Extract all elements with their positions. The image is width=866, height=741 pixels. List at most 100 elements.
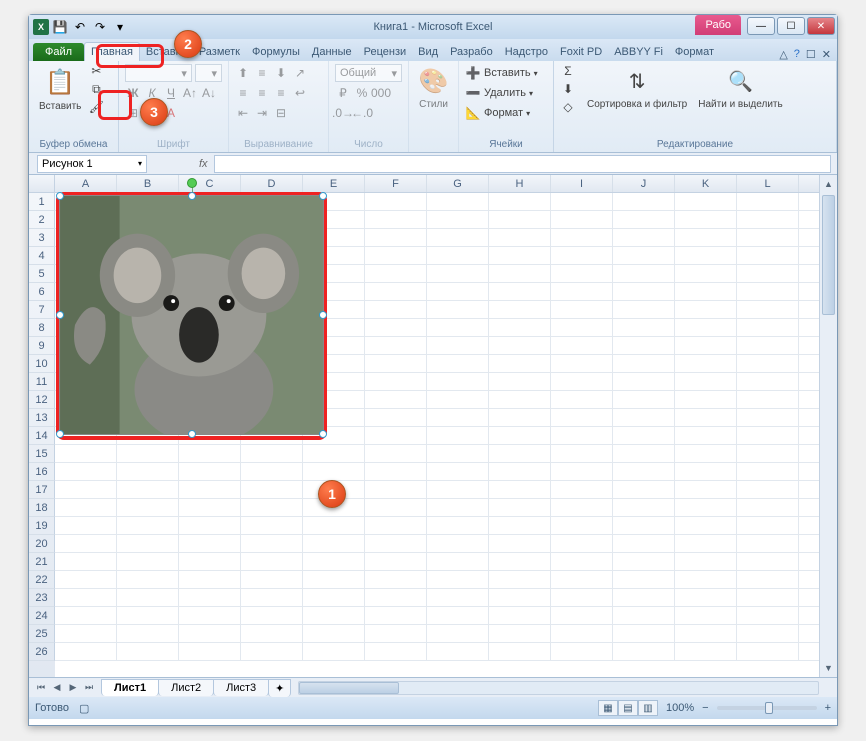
cell[interactable] [613,211,675,228]
cell[interactable] [427,463,489,480]
cell[interactable] [489,553,551,570]
align-top-icon[interactable]: ⬆ [235,65,251,81]
cell[interactable] [55,463,117,480]
cell[interactable] [551,463,613,480]
row-header[interactable]: 14 [29,427,55,445]
cell[interactable] [613,283,675,300]
cell[interactable] [303,571,365,588]
column-header[interactable]: J [613,175,675,192]
border-icon[interactable]: ⊞ [125,105,141,121]
cell[interactable] [489,535,551,552]
cell[interactable] [427,481,489,498]
cell[interactable] [427,373,489,390]
row-header[interactable]: 23 [29,589,55,607]
cell[interactable] [179,589,241,606]
cell[interactable] [179,445,241,462]
cell[interactable] [737,355,799,372]
cell[interactable] [241,607,303,624]
cell[interactable] [613,301,675,318]
cell[interactable] [241,643,303,660]
cell[interactable] [179,517,241,534]
cell[interactable] [365,517,427,534]
cell[interactable] [737,607,799,624]
align-right-icon[interactable]: ≡ [273,85,289,101]
cell[interactable] [365,607,427,624]
tab-formulas[interactable]: Формулы [246,43,306,61]
column-header[interactable]: D [241,175,303,192]
cell[interactable] [737,265,799,282]
cell[interactable] [365,301,427,318]
cell[interactable] [365,481,427,498]
cell[interactable] [427,391,489,408]
cell[interactable] [551,229,613,246]
cell[interactable] [675,535,737,552]
vertical-scrollbar[interactable]: ▲ ▼ [819,175,837,677]
cell[interactable] [365,535,427,552]
cell[interactable] [303,643,365,660]
styles-button[interactable]: 🎨Стили [415,63,452,112]
cell[interactable] [489,463,551,480]
cell[interactable] [675,283,737,300]
cell[interactable] [613,355,675,372]
cell[interactable] [613,409,675,426]
decimal-inc-icon[interactable]: .0→ [335,105,351,121]
cell[interactable] [241,517,303,534]
cell[interactable] [675,301,737,318]
cell[interactable] [303,445,365,462]
cell[interactable] [489,607,551,624]
cell[interactable] [489,355,551,372]
cell[interactable] [737,283,799,300]
cell[interactable] [613,463,675,480]
cell[interactable] [365,445,427,462]
cell[interactable] [737,391,799,408]
rotation-handle[interactable] [187,178,197,188]
normal-view-icon[interactable]: ▦ [598,700,618,716]
indent-inc-icon[interactable]: ⇥ [254,105,270,121]
cell[interactable] [117,553,179,570]
row-header[interactable]: 5 [29,265,55,283]
cell[interactable] [489,373,551,390]
cell[interactable] [613,535,675,552]
cell[interactable] [241,463,303,480]
cell[interactable] [675,229,737,246]
cell[interactable] [179,535,241,552]
column-header[interactable]: H [489,175,551,192]
cell[interactable] [55,481,117,498]
format-cells-button[interactable]: 📐Формат▾ [465,103,547,123]
zoom-slider[interactable] [717,706,817,710]
merge-icon[interactable]: ⊟ [273,105,289,121]
cell[interactable] [489,229,551,246]
cell[interactable] [675,337,737,354]
cell[interactable] [489,499,551,516]
row-header[interactable]: 2 [29,211,55,229]
cell[interactable] [489,301,551,318]
tab-foxit[interactable]: Foxit PD [554,43,608,61]
select-all-button[interactable] [29,175,55,193]
cell[interactable] [427,265,489,282]
cell[interactable] [427,247,489,264]
cell[interactable] [365,571,427,588]
close-button[interactable]: ✕ [807,17,835,35]
resize-handle-e[interactable] [319,311,327,319]
cell[interactable] [675,193,737,210]
cell[interactable] [675,373,737,390]
cell[interactable] [613,499,675,516]
tab-abbyy[interactable]: ABBYY Fi [608,43,669,61]
cell[interactable] [551,517,613,534]
sheet-tab-3[interactable]: Лист3 [213,679,269,696]
cell[interactable] [737,193,799,210]
cell[interactable] [55,607,117,624]
row-header[interactable]: 16 [29,463,55,481]
cell[interactable] [489,319,551,336]
cell[interactable] [551,373,613,390]
cell[interactable] [365,589,427,606]
cell[interactable] [489,211,551,228]
cell[interactable] [179,499,241,516]
copy-icon[interactable]: ⧉ [88,81,104,97]
close-workbook-icon[interactable]: ✕ [822,48,831,61]
embedded-picture[interactable] [59,195,324,435]
cell[interactable] [117,445,179,462]
cell[interactable] [117,517,179,534]
cell[interactable] [365,409,427,426]
page-layout-icon[interactable]: ▤ [618,700,638,716]
